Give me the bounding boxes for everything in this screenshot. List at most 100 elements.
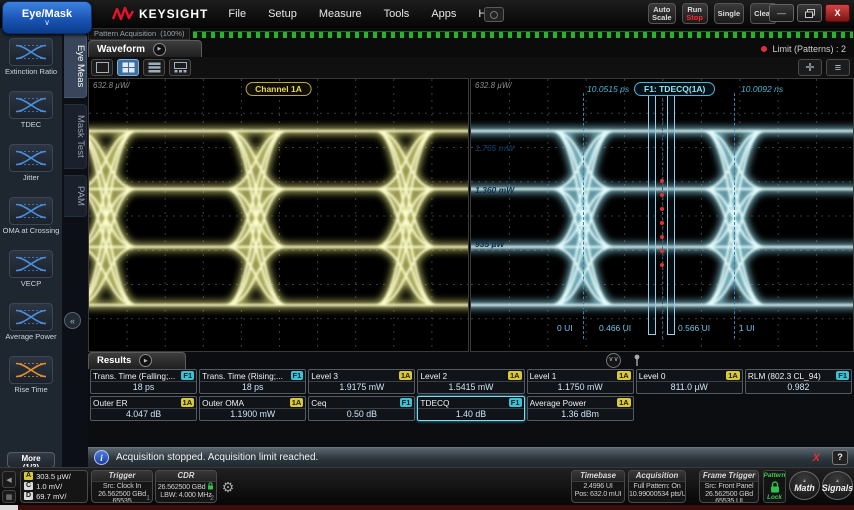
collapse-results-icon[interactable]: ∨∨	[606, 353, 621, 368]
measurement-button[interactable]: Average Power	[0, 303, 62, 356]
layout-split-button[interactable]	[117, 59, 139, 76]
layout-toolbar: ✛ ≡	[88, 57, 854, 78]
result-cell[interactable]: Outer OMA 1A 1.1900 mW	[199, 396, 306, 421]
result-cell[interactable]: Level 0 1A 811.0 µW	[636, 369, 743, 394]
menu-item[interactable]: Apps	[431, 8, 456, 20]
measurement-button[interactable]: TDEC	[0, 91, 62, 144]
measurement-button[interactable]: Jitter	[0, 144, 62, 197]
tdecq-sample-dot	[660, 207, 664, 211]
tdecq-sample-dot	[660, 263, 664, 267]
source-badge: 1A	[399, 371, 413, 380]
layout-rows-button[interactable]	[143, 59, 165, 76]
result-cell[interactable]: Trans. Time (Falling;... F1 18 ps	[90, 369, 197, 394]
channel-badge: D	[24, 492, 33, 500]
workspace-tab-row: Waveform ▶ Limit (Patterns) : 2	[88, 40, 854, 58]
channel-1a-pill[interactable]: Channel 1A	[245, 82, 312, 96]
measurement-button[interactable]: VECP	[0, 250, 62, 303]
play-icon[interactable]: ▶	[153, 43, 166, 56]
limit-dot-icon	[761, 46, 767, 52]
result-cell[interactable]: RLM (802.3 CL_94) F1 0.982	[745, 369, 852, 394]
result-cell[interactable]: Level 3 1A 1.9175 mW	[308, 369, 415, 394]
minimize-button[interactable]: —	[769, 4, 794, 22]
collapse-sidebar-button[interactable]: «	[64, 312, 81, 329]
more-measurements-button[interactable]: More (1/3)	[7, 452, 55, 468]
side-tab[interactable]: Mask Test	[64, 104, 87, 169]
frame-trigger-panel[interactable]: Frame Trigger Src: Front Panel26.562500 …	[699, 470, 759, 503]
cdr-panel[interactable]: CDR 26.562500 GBd LBW: 4.000 MHz 2	[155, 470, 217, 503]
source-badge: F1	[181, 371, 194, 380]
menu-item[interactable]: Tools	[384, 8, 410, 20]
tdecq-function-pill[interactable]: F1: TDECQ(1A)	[634, 82, 715, 96]
panel-grid-button[interactable]: ▦	[2, 490, 16, 503]
side-tab[interactable]: Eye Meas	[64, 34, 87, 98]
scroll-left-button[interactable]: ◀	[2, 471, 16, 488]
info-icon: i	[94, 450, 109, 465]
result-cell[interactable]: Level 1 1A 1.1750 mW	[527, 369, 634, 394]
source-badge: 1A	[617, 371, 631, 380]
result-cell[interactable]: Ceq F1 0.50 dB	[308, 396, 415, 421]
display-menu-icon[interactable]: ≡	[826, 59, 850, 76]
menu-item[interactable]: Measure	[319, 8, 362, 20]
menu-item[interactable]: Setup	[268, 8, 297, 20]
auto-scale-button[interactable]: Auto Scale	[648, 3, 676, 24]
rise-time-icon	[9, 356, 53, 384]
screenshot-camera-icon[interactable]	[484, 7, 504, 22]
waveform-panel-tdecq[interactable]: 632.8 µW/ 10.0515 ps F1: TDECQ(1A) 10.00…	[470, 78, 854, 352]
result-cell[interactable]: Trans. Time (Rising;... F1 18 ps	[199, 369, 306, 394]
pan-move-icon[interactable]: ✛	[798, 59, 822, 76]
tdecq-slicer-left[interactable]	[648, 95, 656, 335]
source-badge: F1	[836, 371, 849, 380]
mode-selector-button[interactable]: Eye/Mask ∨	[2, 1, 92, 34]
tab-waveform[interactable]: Waveform ▶	[88, 40, 202, 57]
channel-scale: 303.5 µW/	[36, 472, 71, 481]
channel-badge: C	[24, 482, 33, 490]
ui-marker-1[interactable]	[734, 93, 735, 339]
layout-single-button[interactable]	[91, 59, 113, 76]
tdecq-sample-dot	[660, 221, 664, 225]
tdecq-slicer-right[interactable]	[667, 95, 675, 335]
signals-button[interactable]: ▲ Signals	[822, 471, 853, 500]
pin-icon[interactable]	[633, 354, 641, 367]
measurement-button[interactable]: Extinction Ratio	[0, 38, 62, 91]
result-value: 4.047 dB	[91, 408, 196, 420]
channels-panel[interactable]: A 303.5 µW/ C 1.0 mV/ D 69.7 mV/	[20, 470, 88, 503]
restore-button[interactable]	[797, 4, 822, 22]
dismiss-status-button[interactable]: X	[807, 451, 826, 465]
tdec-icon	[9, 91, 53, 119]
result-value: 18 ps	[91, 381, 196, 393]
channel-row[interactable]: A 303.5 µW/	[21, 471, 87, 481]
math-button[interactable]: ▲ Math	[789, 471, 820, 500]
gear-icon[interactable]: ⚙	[219, 478, 237, 496]
acq-label: Pattern Acquisition	[94, 29, 156, 38]
layout-tiled-button[interactable]	[169, 59, 191, 76]
waveform-panel-channel-1a[interactable]: 632.8 µW/ Channel 1A	[88, 78, 469, 352]
taskbar-chip	[0, 505, 18, 510]
results-section: Results ▶ ∨∨ Trans. Time (Falling;... F1…	[88, 352, 854, 447]
single-button[interactable]: Single	[714, 3, 745, 24]
results-play-icon[interactable]: ▶	[139, 354, 152, 367]
measurement-button[interactable]: Rise Time	[0, 356, 62, 409]
source-badge: 1A	[617, 398, 631, 407]
eye-diagram-channel-1a	[89, 79, 469, 352]
ui-label-0466: 0.466 UI	[599, 323, 631, 333]
status-message: Acquisition stopped. Acquisition limit r…	[116, 452, 318, 463]
close-button[interactable]: X	[825, 4, 850, 22]
result-cell[interactable]: Average Power 1A 1.36 dBm	[527, 396, 634, 421]
timebase-panel[interactable]: Timebase 2.4996 UIPos: 632.0 mUI	[571, 470, 625, 503]
time-annotation-left: 10.0515 ps	[587, 84, 629, 94]
tab-results[interactable]: Results ▶	[88, 352, 186, 369]
channel-row[interactable]: D 69.7 mV/	[21, 491, 87, 501]
result-cell[interactable]: Outer ER 1A 4.047 dB	[90, 396, 197, 421]
help-button[interactable]: ?	[832, 450, 848, 465]
menu-item[interactable]: File	[228, 8, 246, 20]
channel-row[interactable]: C 1.0 mV/	[21, 481, 87, 491]
trigger-panel[interactable]: Trigger Src: Clock In26.562500 GBd65535 …	[91, 470, 153, 503]
acquisition-panel[interactable]: Acquisition Full Pattern: On10.99000534 …	[628, 470, 686, 503]
side-tab[interactable]: PAM	[64, 175, 87, 217]
measurement-button[interactable]: OMA at Crossing	[0, 197, 62, 250]
pattern-lock-toggle[interactable]: Pattern Lock	[763, 470, 786, 503]
ui-marker-0[interactable]	[583, 93, 584, 339]
result-cell[interactable]: TDECQ F1 1.40 dB	[417, 396, 524, 421]
run-stop-button[interactable]: Run Stop	[682, 3, 708, 24]
result-cell[interactable]: Level 2 1A 1.5415 mW	[417, 369, 524, 394]
